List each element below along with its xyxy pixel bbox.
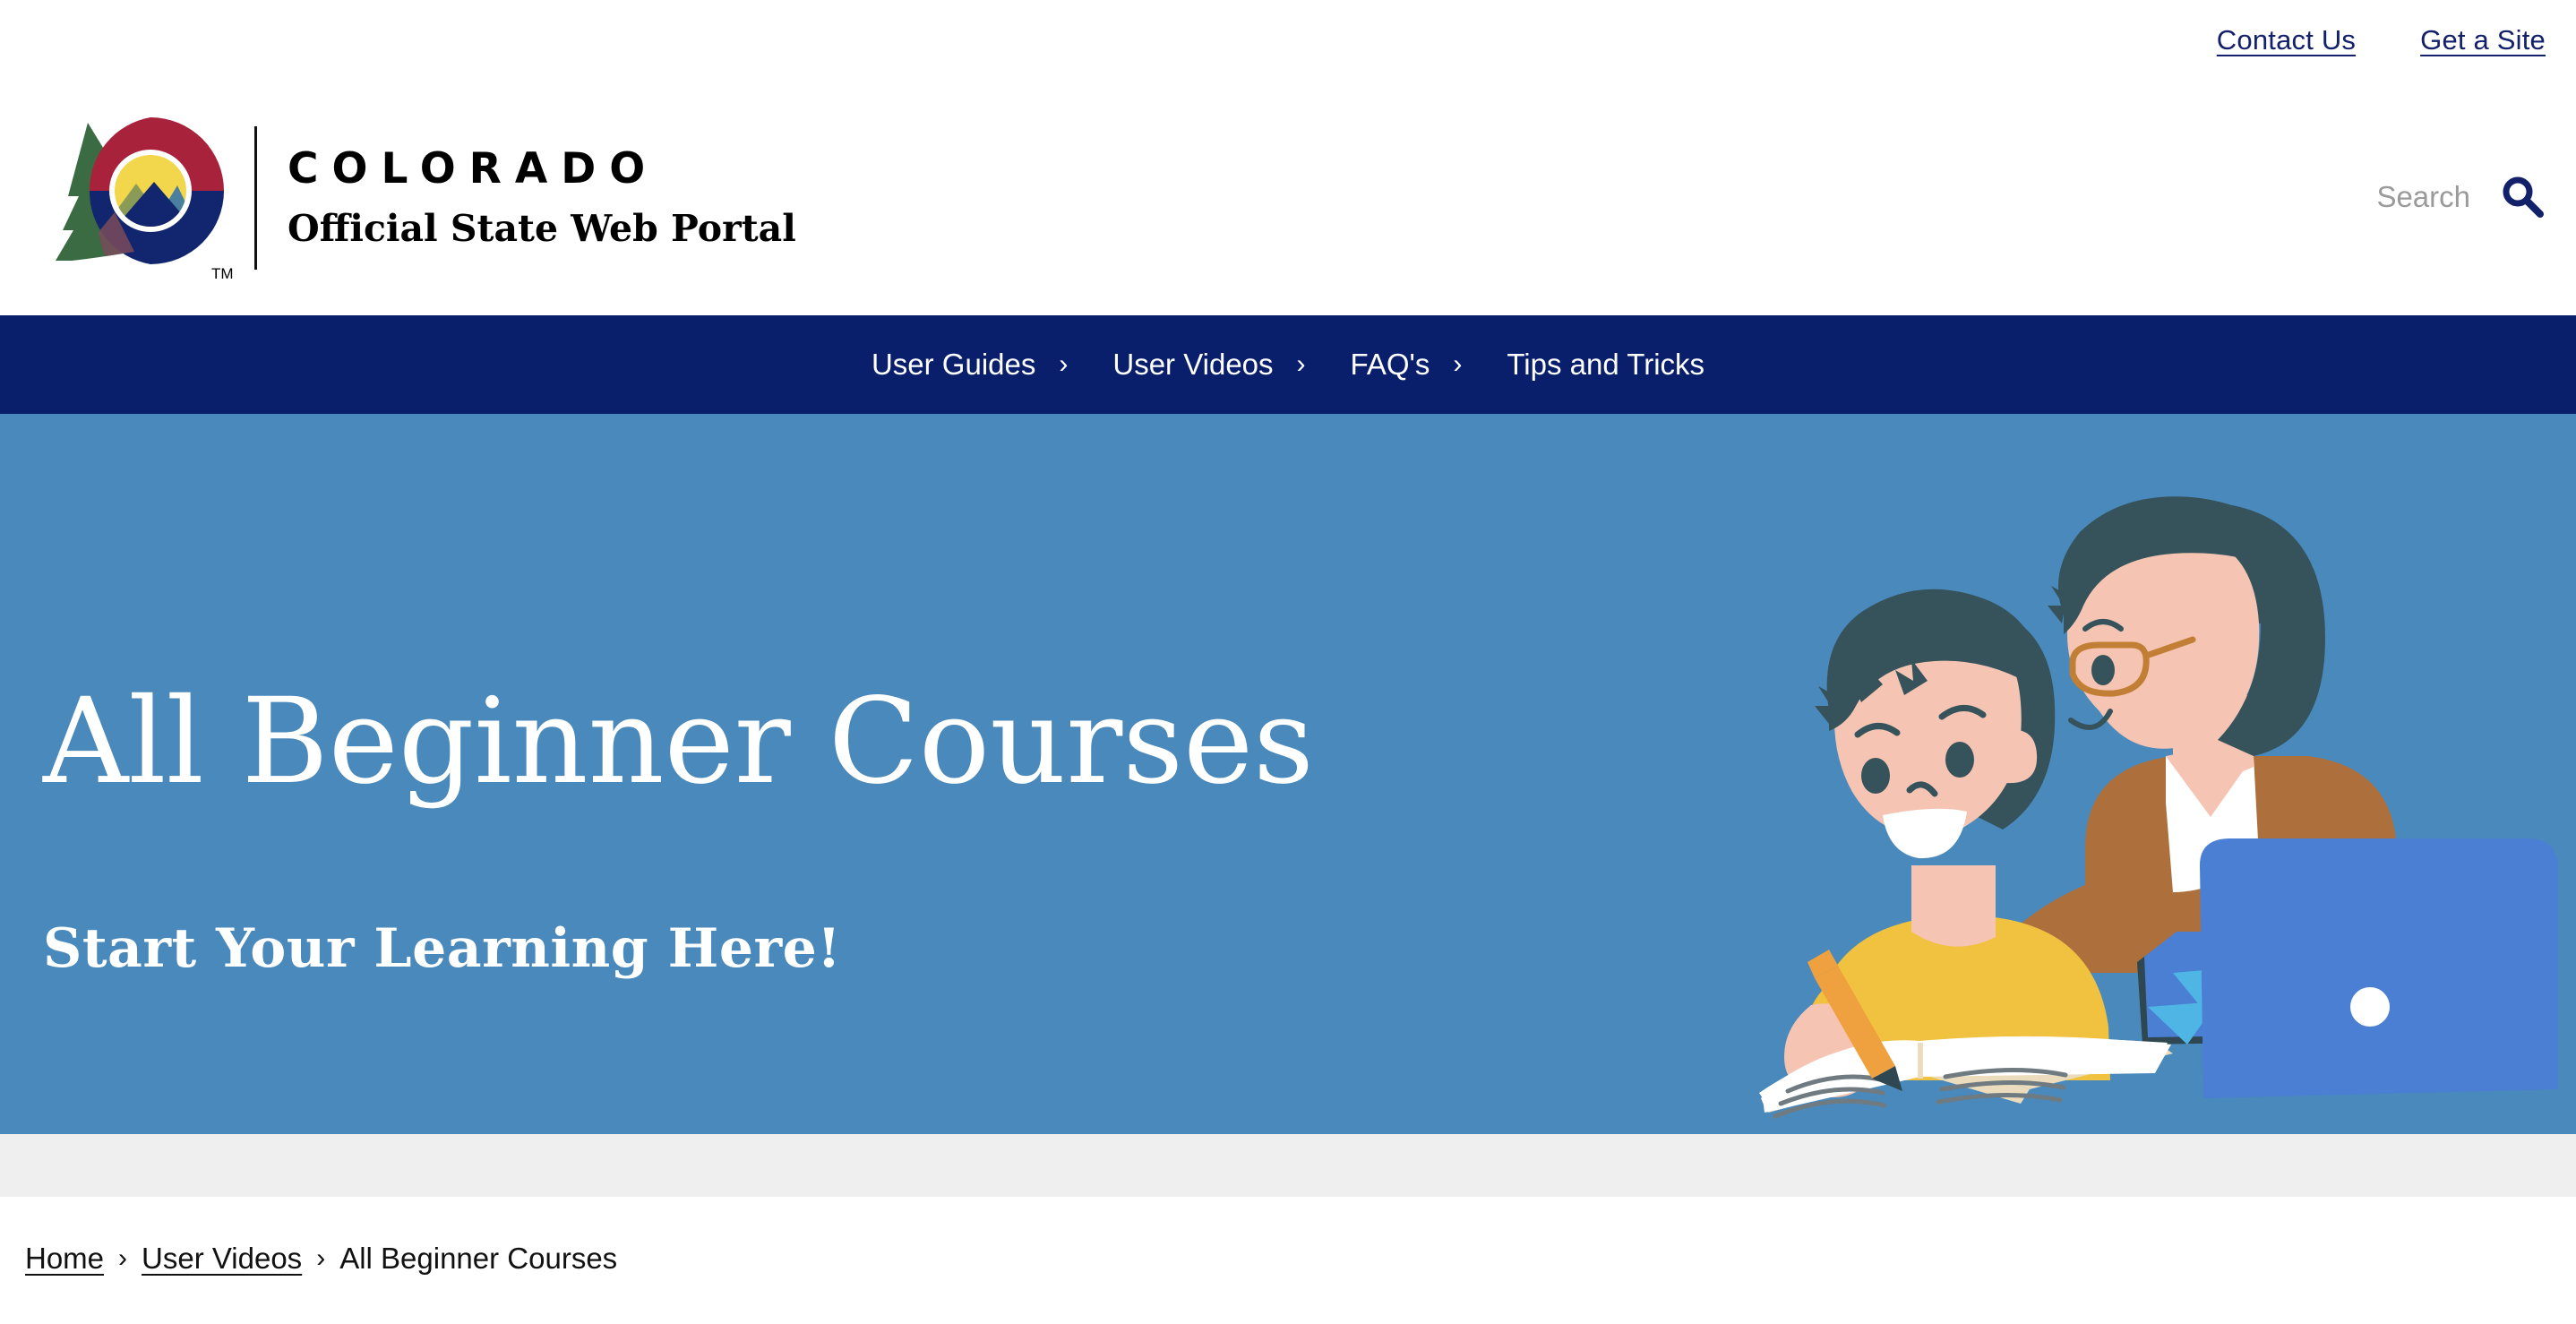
chevron-right-icon: › bbox=[1453, 349, 1463, 379]
nav-label: FAQ's bbox=[1350, 348, 1430, 381]
hero-copy: All Beginner Courses Start Your Learning… bbox=[43, 683, 1314, 980]
hero-banner: All Beginner Courses Start Your Learning… bbox=[0, 414, 2576, 1134]
nav-label: User Guides bbox=[871, 348, 1036, 381]
masthead: TM COLORADO Official State Web Portal bbox=[0, 81, 2576, 315]
svg-text:TM: TM bbox=[211, 265, 234, 282]
colorado-logo-icon: TM bbox=[56, 117, 234, 282]
brand-divider bbox=[254, 126, 257, 270]
search-input[interactable] bbox=[2248, 179, 2472, 215]
hero-subtitle: Start Your Learning Here! bbox=[43, 917, 842, 980]
nav-item-user-videos[interactable]: User Videos › bbox=[1112, 348, 1305, 382]
breadcrumb-separator-icon: › bbox=[118, 1243, 128, 1273]
nav-label: User Videos bbox=[1112, 348, 1274, 381]
chevron-right-icon: › bbox=[1059, 349, 1069, 379]
nav-list: User Guides › User Videos › FAQ's › Tips… bbox=[872, 348, 1704, 382]
utility-bar: Contact Us Get a Site bbox=[0, 0, 2576, 81]
breadcrumb-item-current: All Beginner Courses bbox=[339, 1242, 618, 1275]
breadcrumb-separator-icon: › bbox=[316, 1243, 326, 1273]
breadcrumb-item-user-videos[interactable]: User Videos bbox=[142, 1242, 302, 1276]
brand-subtitle: Official State Web Portal bbox=[288, 207, 796, 251]
search-area bbox=[2248, 174, 2546, 222]
nav-item-user-guides[interactable]: User Guides › bbox=[872, 348, 1068, 382]
brand-title: COLORADO bbox=[288, 143, 659, 193]
nav-item-tips-and-tricks[interactable]: Tips and Tricks bbox=[1507, 348, 1704, 382]
site-logo[interactable]: TM COLORADO Official State Web Portal bbox=[36, 110, 796, 286]
search-icon[interactable] bbox=[2499, 174, 2546, 220]
page-title: All Beginner Courses bbox=[43, 673, 1314, 811]
section-divider-band bbox=[0, 1134, 2576, 1197]
main-navigation: User Guides › User Videos › FAQ's › Tips… bbox=[0, 315, 2576, 414]
breadcrumb: Home › User Videos › All Beginner Course… bbox=[0, 1197, 2576, 1276]
get-a-site-link[interactable]: Get a Site bbox=[2420, 24, 2546, 56]
nav-label: Tips and Tricks bbox=[1507, 348, 1705, 381]
breadcrumb-item-home[interactable]: Home bbox=[25, 1242, 104, 1276]
nav-item-faqs[interactable]: FAQ's › bbox=[1351, 348, 1463, 382]
student-and-tutor-illustration bbox=[1759, 496, 2558, 1119]
contact-us-link[interactable]: Contact Us bbox=[2217, 24, 2356, 56]
chevron-right-icon: › bbox=[1296, 349, 1306, 379]
